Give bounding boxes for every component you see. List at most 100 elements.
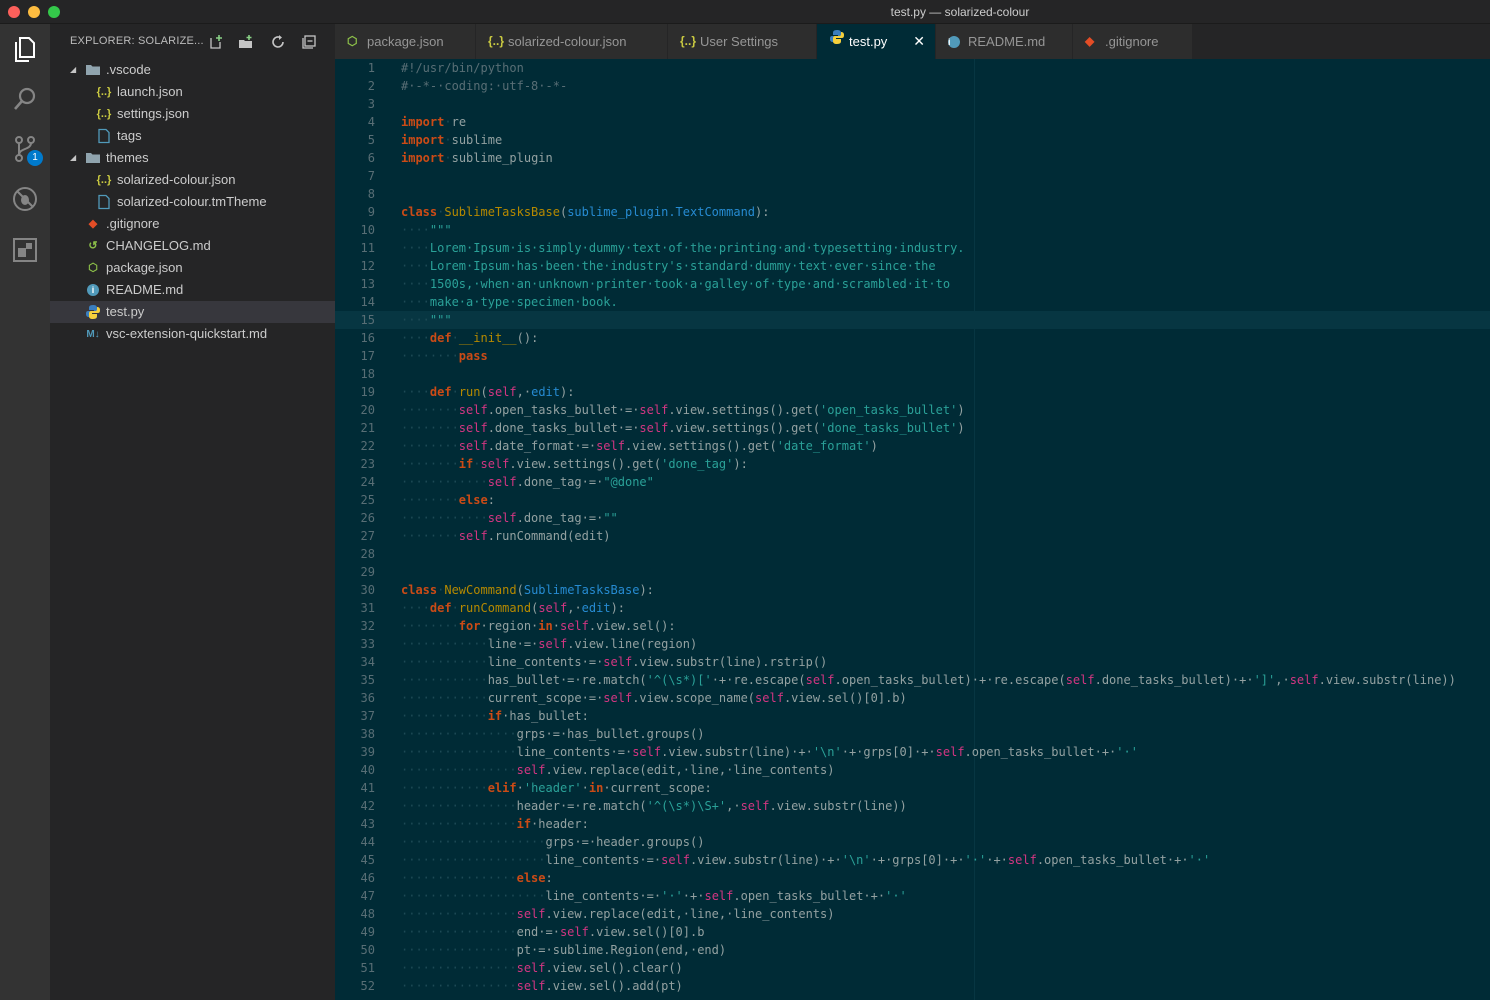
activity-extensions[interactable] (0, 224, 50, 274)
tree-item[interactable]: {..} settings.json (50, 103, 335, 125)
tree-item[interactable]: solarized-colour.tmTheme (50, 191, 335, 213)
chevron-down-icon[interactable]: ◢ (70, 59, 80, 81)
tree-item[interactable]: i README.md (50, 279, 335, 301)
code-line[interactable]: 33 ············line·=·self.view.line(regi… (335, 635, 1490, 653)
activity-source-control[interactable]: 1 (0, 124, 50, 174)
code-line[interactable]: 7 (335, 167, 1490, 185)
code-line[interactable]: 22 ········self.date_format·=·self.view.s… (335, 437, 1490, 455)
code-line[interactable]: 37 ············if·has_bullet: (335, 707, 1490, 725)
code-text: ····make·a·type·specimen·book. (401, 295, 618, 309)
close-icon[interactable]: ✕ (913, 24, 925, 59)
code-line[interactable]: 34 ············line_contents·=·self.view.… (335, 653, 1490, 671)
code-line[interactable]: 24 ············self.done_tag·=·"@done" (335, 473, 1490, 491)
code-line[interactable]: 45 ····················line_contents·=·se… (335, 851, 1490, 869)
code-line[interactable]: 43 ················if·header: (335, 815, 1490, 833)
json-file-icon: {..} (96, 108, 112, 120)
activity-search[interactable] (0, 74, 50, 124)
tab[interactable]: ⬡ package.json (335, 24, 476, 59)
tree-item[interactable]: M↓ vsc-extension-quickstart.md (50, 323, 335, 345)
refresh-button[interactable] (270, 34, 286, 50)
code-line[interactable]: 13 ····1500s,·when·an·unknown·printer·too… (335, 275, 1490, 293)
code-line[interactable]: 28 (335, 545, 1490, 563)
tab-label: User Settings (700, 34, 779, 49)
code-line[interactable]: 31 ····def·runCommand(self,·edit): (335, 599, 1490, 617)
code-line[interactable]: 1 #!/usr/bin/python (335, 59, 1490, 77)
code-line[interactable]: 50 ················pt·=·sublime.Region(en… (335, 941, 1490, 959)
code-line[interactable]: 32 ········for·region·in·self.view.sel(): (335, 617, 1490, 635)
new-file-button[interactable] (208, 34, 224, 50)
tab-label: package.json (367, 34, 444, 49)
code-line[interactable]: 39 ················line_contents·=·self.v… (335, 743, 1490, 761)
activity-explorer[interactable] (0, 24, 50, 74)
tree-item[interactable]: ◢ themes (50, 147, 335, 169)
code-line[interactable]: 15 ····""" (335, 311, 1490, 329)
code-line[interactable]: 23 ········if·self.view.settings().get('d… (335, 455, 1490, 473)
code-line[interactable]: 19 ····def·run(self,·edit): (335, 383, 1490, 401)
code-line[interactable]: 11 ····Lorem·Ipsum·is·simply·dummy·text·o… (335, 239, 1490, 257)
code-line[interactable]: 2 #·-*-·coding:·utf-8·-*- (335, 77, 1490, 95)
code-line[interactable]: 10 ····""" (335, 221, 1490, 239)
chevron-down-icon[interactable]: ◢ (70, 147, 80, 169)
code-line[interactable]: 5 import·sublime (335, 131, 1490, 149)
tree-item[interactable]: ⬡ package.json (50, 257, 335, 279)
code-line[interactable]: 30 class·NewCommand(SublimeTasksBase): (335, 581, 1490, 599)
code-line[interactable]: 35 ············has_bullet·=·re.match('^(\… (335, 671, 1490, 689)
tab[interactable]: ◆ .gitignore (1073, 24, 1193, 59)
tree-item[interactable]: {..} launch.json (50, 81, 335, 103)
code-line[interactable]: 27 ········self.runCommand(edit) (335, 527, 1490, 545)
code-line[interactable]: 46 ················else: (335, 869, 1490, 887)
code-line[interactable]: 26 ············self.done_tag·=·"" (335, 509, 1490, 527)
code-line[interactable]: 44 ····················grps·=·header.grou… (335, 833, 1490, 851)
code-line[interactable]: 51 ················self.view.sel().clear(… (335, 959, 1490, 977)
code-text: ············line·=·self.view.line(region… (401, 637, 698, 651)
line-number: 52 (360, 979, 375, 993)
code-line[interactable]: 12 ····Lorem·Ipsum·has·been·the·industry'… (335, 257, 1490, 275)
new-folder-button[interactable] (238, 34, 254, 50)
json-file-icon: {..} (96, 86, 112, 98)
line-number: 25 (360, 493, 375, 507)
tree-item[interactable]: ↺ CHANGELOG.md (50, 235, 335, 257)
tab[interactable]: {..} solarized-colour.json (476, 24, 668, 59)
tab[interactable]: i README.md (936, 24, 1073, 59)
code-line[interactable]: 4 import·re (335, 113, 1490, 131)
code-line[interactable]: 20 ········self.open_tasks_bullet·=·self.… (335, 401, 1490, 419)
code-text: ················self.view.replace(edit,·… (401, 907, 835, 921)
code-line[interactable]: 49 ················end·=·self.view.sel()[… (335, 923, 1490, 941)
code-editor[interactable]: 1 #!/usr/bin/python 2 #·-*-·coding:·utf-8·-… (335, 59, 1490, 1000)
code-line[interactable]: 9 class·SublimeTasksBase(sublime_plugin.T… (335, 203, 1490, 221)
code-line[interactable]: 8 (335, 185, 1490, 203)
code-line[interactable]: 3 (335, 95, 1490, 113)
tab[interactable]: test.py ✕ (817, 24, 936, 59)
code-line[interactable]: 38 ················grps·=·has_bullet.grou… (335, 725, 1490, 743)
activity-debug[interactable] (0, 174, 50, 224)
tree-item[interactable]: test.py (50, 301, 335, 323)
code-line[interactable]: 52 ················self.view.sel().add(pt… (335, 977, 1490, 995)
code-line[interactable]: 17 ········pass (335, 347, 1490, 365)
line-number: 6 (367, 151, 375, 165)
python-icon (85, 304, 101, 320)
code-line[interactable]: 36 ············current_scope·=·self.view.… (335, 689, 1490, 707)
code-line[interactable]: 18 (335, 365, 1490, 383)
code-text: ················if·header: (401, 817, 589, 831)
code-line[interactable]: 14 ····make·a·type·specimen·book. (335, 293, 1490, 311)
code-text: ····················line_contents·=·self… (401, 853, 1211, 867)
tree-item[interactable]: {..} solarized-colour.json (50, 169, 335, 191)
code-line[interactable]: 16 ····def·__init__(): (335, 329, 1490, 347)
code-line[interactable]: 6 import·sublime_plugin (335, 149, 1490, 167)
line-number: 15 (360, 313, 375, 327)
code-text: ················end·=·self.view.sel()[0]… (401, 925, 705, 939)
tree-item[interactable]: ◢ .vscode (50, 59, 335, 81)
code-line[interactable]: 25 ········else: (335, 491, 1490, 509)
code-line[interactable]: 41 ············elif·'header'·in·current_s… (335, 779, 1490, 797)
collapse-all-button[interactable] (301, 34, 317, 50)
code-line[interactable]: 40 ················self.view.replace(edit… (335, 761, 1490, 779)
code-line[interactable]: 48 ················self.view.replace(edit… (335, 905, 1490, 923)
tree-item[interactable]: tags (50, 125, 335, 147)
code-line[interactable]: 29 (335, 563, 1490, 581)
code-line[interactable]: 42 ················header·=·re.match('^(\… (335, 797, 1490, 815)
code-line[interactable]: 47 ····················line_contents·=·'·… (335, 887, 1490, 905)
line-number: 19 (360, 385, 375, 399)
tree-item[interactable]: ◆ .gitignore (50, 213, 335, 235)
tab[interactable]: {..} User Settings (668, 24, 817, 59)
code-line[interactable]: 21 ········self.done_tasks_bullet·=·self.… (335, 419, 1490, 437)
